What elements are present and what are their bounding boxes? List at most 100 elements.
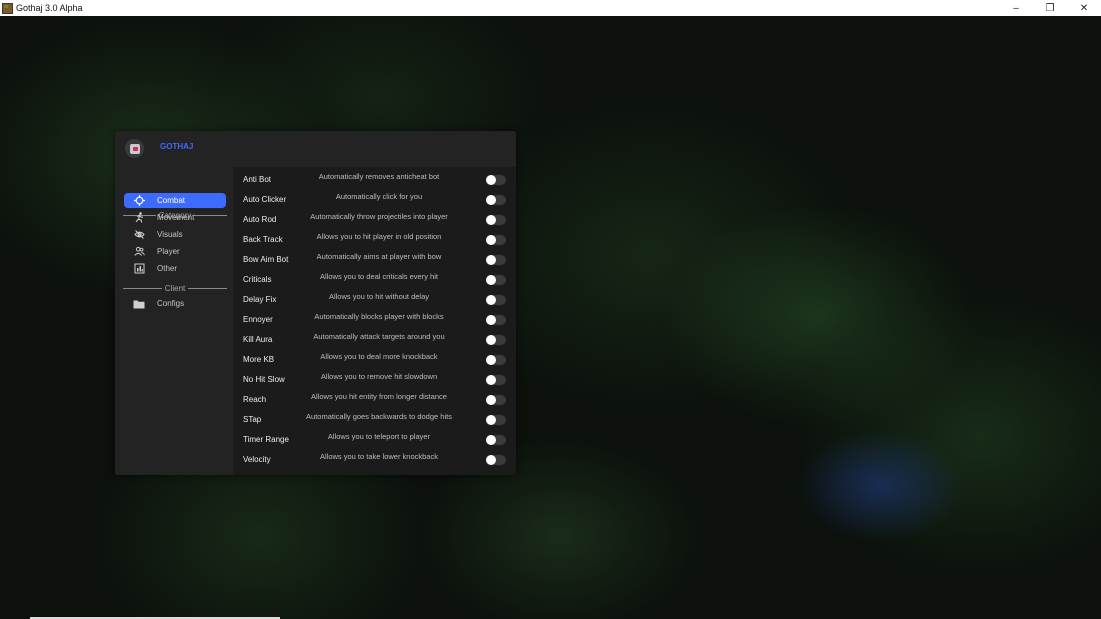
module-row-delay-fix: Delay Fix Allows you to hit without dela… bbox=[233, 289, 516, 309]
module-toggle[interactable] bbox=[486, 175, 506, 185]
sidebar-item-movement[interactable]: Movement bbox=[124, 210, 226, 225]
client-section-label: Client bbox=[123, 282, 228, 294]
sidebar-item-label: Combat bbox=[157, 196, 186, 205]
crosshair-icon bbox=[132, 195, 146, 207]
sidebar-item-other[interactable]: Other bbox=[124, 261, 226, 276]
sidebar: Category Combat Movement Visuals Player … bbox=[115, 167, 233, 475]
module-row-bow-aim-bot: Bow Aim Bot Automatically aims at player… bbox=[233, 249, 516, 269]
module-name: Kill Aura bbox=[243, 334, 273, 344]
toggle-knob bbox=[486, 255, 496, 265]
client-gui-panel: GOTHAJ Category Combat Movement Visuals bbox=[115, 131, 516, 475]
toggle-knob bbox=[486, 315, 496, 325]
module-description: Automatically aims at player with bow bbox=[316, 252, 442, 261]
module-toggle[interactable] bbox=[486, 455, 506, 465]
module-description: Allows you to deal more knockback bbox=[320, 352, 438, 361]
module-toggle[interactable] bbox=[486, 415, 506, 425]
sidebar-item-player[interactable]: Player bbox=[124, 244, 226, 259]
module-toggle[interactable] bbox=[486, 215, 506, 225]
window-controls: – ❐ ✕ bbox=[999, 0, 1101, 16]
module-row-more-kb: More KB Allows you to deal more knockbac… bbox=[233, 349, 516, 369]
module-name: Velocity bbox=[243, 454, 271, 464]
toggle-knob bbox=[486, 215, 496, 225]
module-toggle[interactable] bbox=[486, 375, 506, 385]
minimize-button[interactable]: – bbox=[999, 0, 1033, 16]
sidebar-item-label: Movement bbox=[157, 213, 195, 222]
toggle-knob bbox=[486, 275, 496, 285]
running-icon bbox=[132, 212, 146, 224]
module-description: Allows you to take lower knockback bbox=[320, 452, 438, 461]
grid-icon bbox=[132, 263, 146, 275]
module-row-ennoyer: Ennoyer Automatically blocks player with… bbox=[233, 309, 516, 329]
module-description: Automatically removes anticheat bot bbox=[318, 172, 440, 181]
folder-icon bbox=[132, 298, 146, 310]
module-name: More KB bbox=[243, 354, 275, 364]
module-toggle[interactable] bbox=[486, 435, 506, 445]
module-toggle[interactable] bbox=[486, 295, 506, 305]
module-row-velocity: Velocity Allows you to take lower knockb… bbox=[233, 449, 516, 469]
module-row-back-track: Back Track Allows you to hit player in o… bbox=[233, 229, 516, 249]
toggle-knob bbox=[486, 375, 496, 385]
toggle-knob bbox=[486, 415, 496, 425]
module-name: Reach bbox=[243, 394, 267, 404]
module-description: Automatically click for you bbox=[335, 192, 423, 201]
module-row-kill-aura: Kill Aura Automatically attack targets a… bbox=[233, 329, 516, 349]
divider bbox=[123, 287, 162, 289]
module-description: Allows you to hit without delay bbox=[328, 292, 430, 301]
module-name: STap bbox=[243, 414, 262, 424]
window-title-bar: Gothaj 3.0 Alpha – ❐ ✕ bbox=[0, 0, 1101, 16]
module-description: Automatically goes backwards to dodge hi… bbox=[306, 412, 452, 421]
module-name: Delay Fix bbox=[243, 294, 277, 304]
module-row-anti-bot: Anti Bot Automatically removes anticheat… bbox=[233, 169, 516, 189]
module-name: Auto Rod bbox=[243, 214, 277, 224]
module-row-no-hit-slow: No Hit Slow Allows you to remove hit slo… bbox=[233, 369, 516, 389]
module-list: Anti Bot Automatically removes anticheat… bbox=[233, 167, 516, 475]
module-row-criticals: Criticals Allows you to deal criticals e… bbox=[233, 269, 516, 289]
toggle-knob bbox=[486, 175, 496, 185]
module-toggle[interactable] bbox=[486, 395, 506, 405]
sidebar-item-visuals[interactable]: Visuals bbox=[124, 227, 226, 242]
module-description: Automatically throw projectiles into pla… bbox=[310, 212, 448, 221]
module-row-stap: STap Automatically goes backwards to dod… bbox=[233, 409, 516, 429]
module-description: Allows you to deal criticals every hit bbox=[320, 272, 438, 281]
module-toggle[interactable] bbox=[486, 315, 506, 325]
module-description: Allows you to remove hit slowdown bbox=[320, 372, 438, 381]
toggle-knob bbox=[486, 195, 496, 205]
brand-name: GOTHAJ bbox=[160, 142, 194, 151]
module-toggle[interactable] bbox=[486, 255, 506, 265]
sidebar-item-label: Configs bbox=[157, 299, 185, 308]
module-name: Criticals bbox=[243, 274, 272, 284]
toggle-knob bbox=[486, 335, 496, 345]
module-description: Allows you to hit player in old position bbox=[316, 232, 442, 241]
eye-slash-icon bbox=[132, 229, 146, 241]
module-toggle[interactable] bbox=[486, 355, 506, 365]
sidebar-item-label: Player bbox=[157, 247, 180, 256]
module-description: Allows you to teleport to player bbox=[327, 432, 431, 441]
divider bbox=[188, 287, 228, 289]
toggle-knob bbox=[486, 295, 496, 305]
sidebar-item-label: Other bbox=[157, 264, 178, 273]
module-row-timer-range: Timer Range Allows you to teleport to pl… bbox=[233, 429, 516, 449]
panel-header: GOTHAJ bbox=[115, 131, 516, 167]
module-toggle[interactable] bbox=[486, 335, 506, 345]
module-row-auto-rod: Auto Rod Automatically throw projectiles… bbox=[233, 209, 516, 229]
module-description: Allows you hit entity from longer distan… bbox=[311, 392, 447, 401]
module-toggle[interactable] bbox=[486, 275, 506, 285]
restore-button[interactable]: ❐ bbox=[1033, 0, 1067, 16]
sidebar-item-label: Visuals bbox=[157, 230, 183, 239]
logo-icon bbox=[129, 143, 140, 154]
sidebar-item-combat[interactable]: Combat bbox=[124, 193, 226, 208]
close-button[interactable]: ✕ bbox=[1067, 0, 1101, 16]
toggle-knob bbox=[486, 355, 496, 365]
module-toggle[interactable] bbox=[486, 235, 506, 245]
app-icon bbox=[2, 2, 13, 14]
brand-logo bbox=[125, 139, 144, 158]
toggle-knob bbox=[486, 435, 496, 445]
client-label: Client bbox=[164, 283, 186, 293]
module-toggle[interactable] bbox=[486, 195, 506, 205]
sidebar-item-configs[interactable]: Configs bbox=[124, 296, 226, 311]
toggle-knob bbox=[486, 395, 496, 405]
module-row-reach: Reach Allows you hit entity from longer … bbox=[233, 389, 516, 409]
users-icon bbox=[132, 246, 146, 258]
window-title: Gothaj 3.0 Alpha bbox=[16, 3, 83, 13]
module-description: Automatically attack targets around you bbox=[313, 332, 445, 341]
